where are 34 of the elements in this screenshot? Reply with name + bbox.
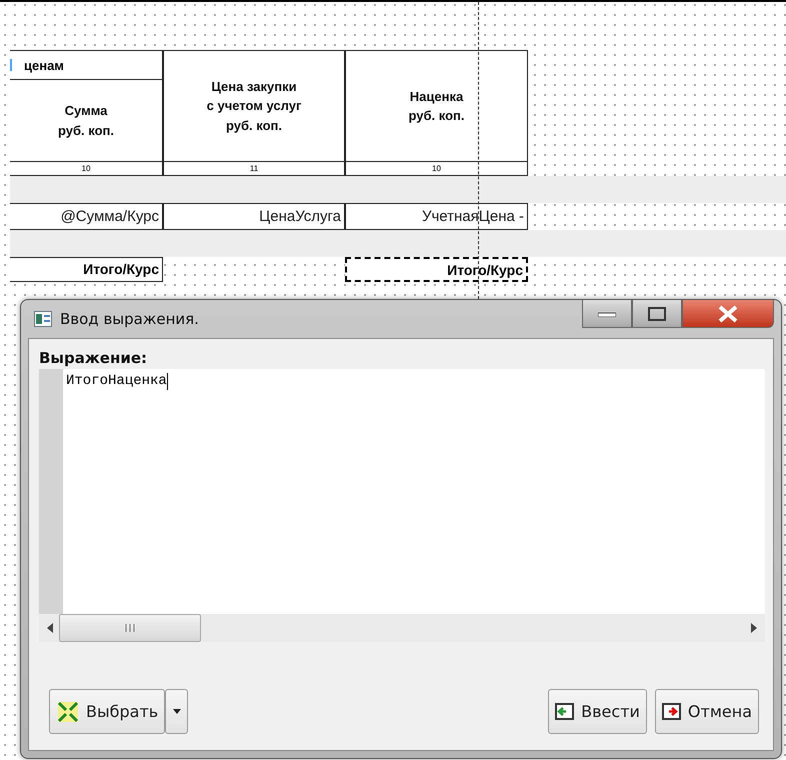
detail-field: ЦенаУслуга xyxy=(163,203,345,230)
total-field[interactable]: Итого/Курс xyxy=(10,257,163,282)
close-icon xyxy=(717,304,739,322)
column-number: 10 xyxy=(345,162,528,176)
enter-button[interactable]: Ввести xyxy=(548,689,647,734)
total-field[interactable]: Итого/Курс xyxy=(345,257,528,282)
maximize-button[interactable] xyxy=(632,300,682,328)
scroll-right-icon[interactable] xyxy=(751,623,757,633)
scroll-left-icon[interactable] xyxy=(47,623,53,633)
column-number: 11 xyxy=(163,162,345,176)
minimize-button[interactable] xyxy=(582,300,632,328)
expression-label: Выражение: xyxy=(39,349,148,367)
column-number: 10 xyxy=(10,162,163,176)
detail-field: УчетнаяЦена - xyxy=(345,203,528,230)
dropdown-button[interactable] xyxy=(165,689,188,734)
column-title: Цена закупки с учетом услуг руб. коп. xyxy=(206,78,302,135)
detail-field: @Сумма/Курс xyxy=(10,203,163,230)
choose-button[interactable]: Выбрать xyxy=(49,689,166,734)
expression-editor[interactable]: ИтогоНаценка xyxy=(39,369,765,642)
dialog-title: Ввод выражения. xyxy=(60,310,200,328)
column-title: Наценка руб. коп. xyxy=(408,88,464,125)
close-button[interactable] xyxy=(682,300,774,328)
maximize-icon xyxy=(648,306,666,320)
cancel-button[interactable]: Отмена xyxy=(654,689,759,734)
caret-icon xyxy=(172,709,181,714)
grip-icon xyxy=(125,624,135,632)
column-title: Сумма руб. коп. xyxy=(58,102,114,140)
arrows-icon xyxy=(56,700,80,724)
horizontal-scrollbar[interactable] xyxy=(39,614,765,642)
group-header: ценам xyxy=(10,51,162,80)
expression-text: ИтогоНаценка xyxy=(66,373,167,389)
window-icon xyxy=(34,311,52,327)
scrollbar-thumb[interactable] xyxy=(59,614,201,642)
minimize-icon xyxy=(598,310,616,316)
